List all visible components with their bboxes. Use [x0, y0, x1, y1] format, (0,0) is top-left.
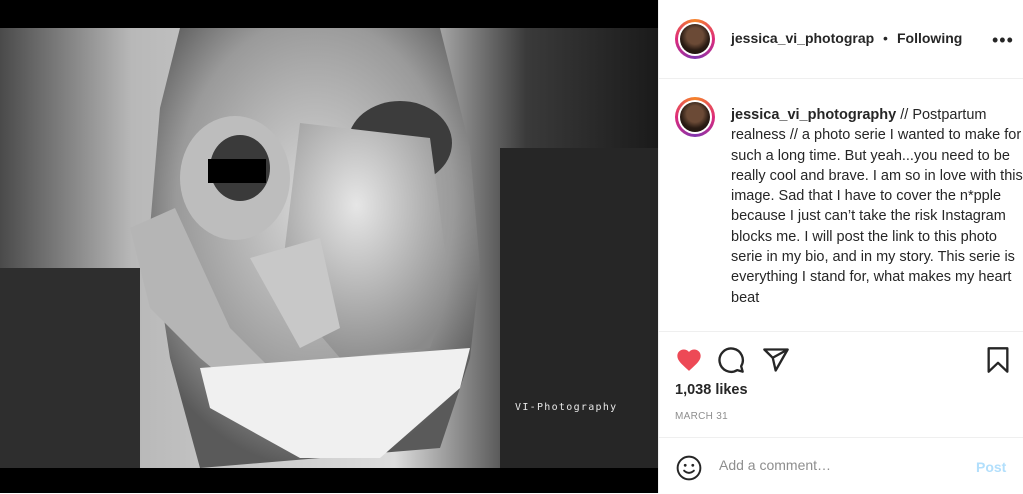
add-comment-bar: Post [659, 437, 1023, 494]
avatar[interactable] [675, 19, 715, 59]
comment-input[interactable] [719, 457, 949, 473]
following-button[interactable]: Following [897, 30, 962, 46]
like-heart-icon[interactable] [675, 346, 703, 374]
share-icon[interactable] [762, 346, 790, 374]
header-username[interactable]: jessica_vi_photograp [731, 30, 874, 46]
post-header: jessica_vi_photograp • Following ••• [659, 0, 1023, 79]
post-comment-button[interactable]: Post [976, 459, 1006, 475]
caption-username[interactable]: jessica_vi_photography [731, 107, 896, 123]
like-count[interactable]: 1,038 likes [675, 382, 748, 398]
separator-dot: • [883, 30, 888, 46]
caption-avatar[interactable] [675, 97, 715, 137]
instagram-post: VI-Photography jessica_vi_photograp • Fo… [0, 0, 1023, 493]
post-date[interactable]: MARCH 31 [675, 411, 728, 422]
caption-body: // Postpartum realness // a photo serie … [731, 107, 1023, 306]
more-options-icon[interactable]: ••• [992, 30, 1014, 51]
bookmark-icon[interactable] [984, 346, 1012, 374]
emoji-icon[interactable] [676, 455, 702, 481]
post-sidebar: jessica_vi_photograp • Following ••• jes… [658, 0, 1023, 493]
caption-text: jessica_vi_photography // Postpartum rea… [731, 105, 1023, 308]
photo-watermark: VI-Photography [515, 402, 618, 413]
post-media[interactable]: VI-Photography [0, 0, 658, 493]
comment-icon[interactable] [717, 346, 745, 374]
